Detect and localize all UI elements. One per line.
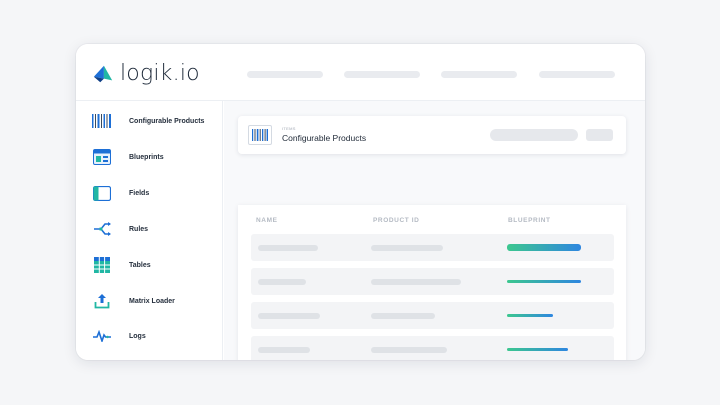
sidebar-item-label: Logs [129,332,146,340]
product-id-cell-placeholder [371,279,461,285]
app-window: logik.io Configurable Products Blueprint… [76,44,645,360]
sidebar-item-label: Blueprints [129,153,164,161]
main-content: ITEMS Configurable Products NAME PRODUCT… [224,101,645,360]
logo-icon [93,65,113,82]
sidebar-item-logs[interactable]: Logs [76,325,223,347]
name-cell-placeholder [258,347,310,353]
rules-icon [92,220,111,239]
table-row[interactable] [251,302,614,329]
product-id-cell-placeholder [371,313,435,319]
sidebar-item-label: Matrix Loader [129,297,175,305]
sidebar: Configurable Products Blueprints Fields … [76,101,223,360]
column-header-name[interactable]: NAME [256,217,278,224]
nav-placeholder[interactable] [344,71,420,78]
product-id-cell-placeholder [371,245,443,251]
blueprint-progress-bar [507,348,568,351]
name-cell-placeholder [258,245,318,251]
sidebar-item-blueprints[interactable]: Blueprints [76,146,223,168]
sidebar-item-label: Fields [129,189,150,197]
column-header-blueprint[interactable]: BLUEPRINT [508,217,551,224]
page-title: Configurable Products [282,133,367,143]
table-row[interactable] [251,268,614,295]
search-placeholder[interactable] [490,129,578,141]
field-icon [92,184,111,203]
logo-text: logik.io [120,61,200,86]
upload-icon [92,292,111,311]
table-body: NAME PRODUCT ID BLUEPRINT [238,205,626,360]
product-id-cell-placeholder [371,347,447,353]
sidebar-item-matrix-loader[interactable]: Matrix Loader [76,290,223,312]
breadcrumb: ITEMS [282,126,296,131]
blueprint-progress-bar [507,314,553,317]
sidebar-item-configurable-products[interactable]: Configurable Products [76,110,223,132]
page-header-card: ITEMS Configurable Products [238,116,626,154]
action-button-placeholder[interactable] [586,129,613,141]
barcode-icon [92,112,111,131]
table-row[interactable] [251,336,614,360]
name-cell-placeholder [258,279,306,285]
nav-placeholder[interactable] [539,71,615,78]
barcode-icon [248,125,272,145]
sidebar-item-rules[interactable]: Rules [76,218,223,240]
nav-placeholder[interactable] [441,71,517,78]
top-bar: logik.io [76,44,645,101]
pulse-icon [92,327,111,346]
nav-placeholder[interactable] [247,71,323,78]
sidebar-item-fields[interactable]: Fields [76,182,223,204]
sidebar-item-label: Configurable Products [129,117,205,125]
blueprint-progress-bar [507,244,581,251]
blueprint-progress-bar [507,280,581,283]
table-icon [92,256,111,275]
blueprint-icon [92,148,111,167]
sidebar-item-tables[interactable]: Tables [76,254,223,276]
sidebar-item-label: Rules [129,225,149,233]
name-cell-placeholder [258,313,320,319]
sidebar-item-label: Tables [129,261,151,269]
logo[interactable]: logik.io [92,61,200,86]
column-header-product-id[interactable]: PRODUCT ID [373,217,419,224]
table-row[interactable] [251,234,614,261]
